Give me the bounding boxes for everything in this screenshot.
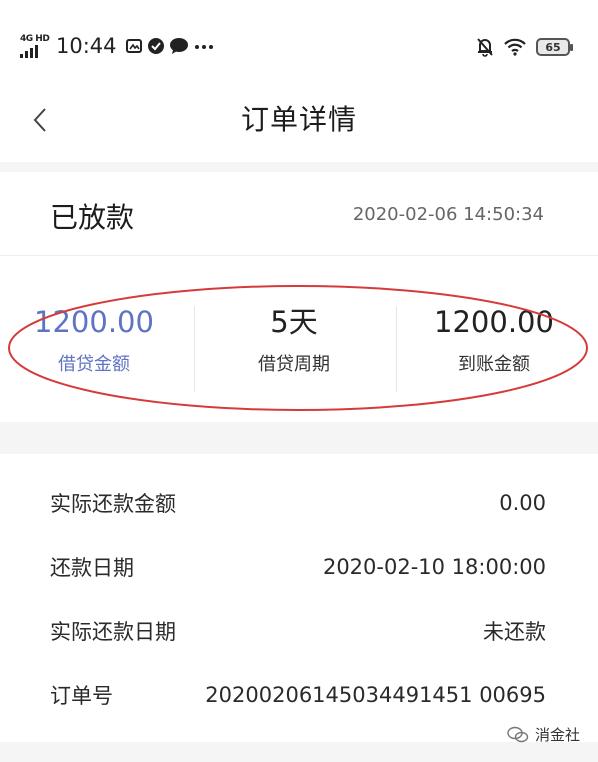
detail-value: 20200206145034491451 00695 <box>205 683 546 707</box>
nav-bar: 订单详情 <box>0 90 598 162</box>
loan-summary-card: 1200.00 借贷金额 5天 借贷周期 1200.00 到账金额 <box>0 256 598 422</box>
page-title: 订单详情 <box>240 103 357 136</box>
battery-icon: 65 <box>536 38 573 56</box>
signal-icon: 4G HD <box>20 34 50 58</box>
loan-amount-label: 借贷金额 <box>58 354 130 375</box>
screenshot-icon <box>125 39 142 53</box>
stat-divider <box>396 306 397 392</box>
order-status-card: 已放款 2020-02-06 14:50:34 <box>0 172 598 256</box>
status-left: 4G HD 10:44 <box>20 34 219 58</box>
detail-row-actual-repay-date: 实际还款日期 未还款 <box>50 616 546 646</box>
chat-icon <box>169 38 188 54</box>
detail-row-actual-repay-amount: 实际还款金额 0.00 <box>50 488 546 518</box>
detail-row-repay-date: 还款日期 2020-02-10 18:00:00 <box>50 552 546 582</box>
detail-value: 2020-02-10 18:00:00 <box>322 555 546 579</box>
check-badge-icon <box>147 38 164 54</box>
received-amount-label: 到账金额 <box>458 354 530 375</box>
status-bar: 4G HD 10:44 65 <box>0 0 598 90</box>
network-type: 4G HD <box>20 34 50 44</box>
wifi-icon <box>504 38 526 56</box>
detail-label: 实际还款日期 <box>50 620 176 644</box>
wechat-icon <box>507 726 529 742</box>
detail-row-order-number: 订单号 20200206145034491451 00695 <box>50 680 546 710</box>
signal-bars <box>20 45 40 58</box>
received-amount-value: 1200.00 <box>434 305 554 339</box>
status-time: 10:44 <box>56 34 117 58</box>
loan-term-value: 5天 <box>270 305 318 339</box>
loan-term-label: 借贷周期 <box>258 354 330 375</box>
detail-label: 还款日期 <box>50 556 134 580</box>
watermark-text: 消金社 <box>534 726 580 744</box>
received-amount-stat: 1200.00 到账金额 <box>404 304 584 376</box>
stat-divider <box>194 306 195 392</box>
order-datetime: 2020-02-06 14:50:34 <box>352 204 544 225</box>
repayment-details-card: 实际还款金额 0.00 还款日期 2020-02-10 18:00:00 实际还… <box>0 454 598 742</box>
order-status: 已放款 <box>50 201 135 234</box>
mute-bell-icon <box>477 38 493 57</box>
detail-value: 0.00 <box>499 491 546 515</box>
detail-value: 未还款 <box>483 620 546 644</box>
detail-label: 订单号 <box>50 684 113 708</box>
status-right: 65 <box>466 37 573 57</box>
detail-label: 实际还款金额 <box>50 492 176 516</box>
loan-amount-stat: 1200.00 借贷金额 <box>4 304 184 376</box>
notification-icons <box>125 37 219 55</box>
watermark: 消金社 <box>507 724 580 745</box>
loan-term-stat: 5天 借贷周期 <box>204 304 384 376</box>
loan-amount-value: 1200.00 <box>34 305 154 339</box>
more-dots-icon <box>194 45 213 49</box>
